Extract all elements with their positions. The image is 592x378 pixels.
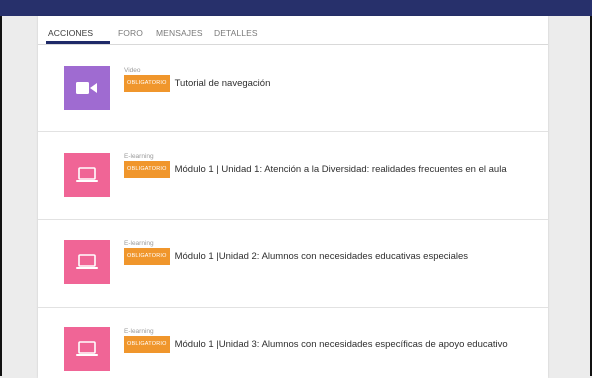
laptop-icon <box>64 240 110 284</box>
item-title[interactable]: Módulo 1 | Unidad 1: Atención a la Diver… <box>175 164 507 175</box>
tab-detalles[interactable]: DETALLES <box>214 28 258 38</box>
top-bar <box>0 0 592 16</box>
list-item[interactable]: Video OBLIGATORIO Tutorial de navegación <box>38 45 548 132</box>
item-title-line[interactable]: OBLIGATORIO Módulo 1 | Unidad 1: Atención… <box>124 161 524 178</box>
laptop-icon <box>64 327 110 371</box>
frame-edge-left <box>0 16 2 376</box>
laptop-icon <box>64 153 110 197</box>
item-type-label: E-learning <box>124 328 154 335</box>
video-camera-icon <box>64 66 110 110</box>
activity-card: ACCIONES FORO MENSAJES DETALLES Video OB… <box>38 16 548 378</box>
item-title[interactable]: Tutorial de navegación <box>175 78 271 89</box>
tab-mensajes[interactable]: MENSAJES <box>156 28 203 38</box>
item-type-label: E-learning <box>124 153 154 160</box>
tab-foro[interactable]: FORO <box>118 28 143 38</box>
tab-acciones[interactable]: ACCIONES <box>48 28 93 38</box>
list-item[interactable]: E-learning OBLIGATORIO Módulo 1 |Unidad 3… <box>38 308 548 378</box>
item-title-line[interactable]: OBLIGATORIO Módulo 1 |Unidad 3: Alumnos c… <box>124 336 524 353</box>
list-item[interactable]: E-learning OBLIGATORIO Módulo 1 |Unidad 2… <box>38 220 548 308</box>
item-type-label: Video <box>124 67 141 74</box>
item-title[interactable]: Módulo 1 |Unidad 2: Alumnos con necesida… <box>175 251 468 262</box>
item-type-label: E-learning <box>124 240 154 247</box>
required-badge: OBLIGATORIO <box>124 248 170 265</box>
item-title-line[interactable]: OBLIGATORIO Tutorial de navegación <box>124 75 524 92</box>
required-badge: OBLIGATORIO <box>124 75 170 92</box>
tab-bar: ACCIONES FORO MENSAJES DETALLES <box>38 16 548 45</box>
list-item[interactable]: E-learning OBLIGATORIO Módulo 1 | Unidad … <box>38 132 548 220</box>
active-tab-indicator <box>46 41 110 44</box>
item-title-line[interactable]: OBLIGATORIO Módulo 1 |Unidad 2: Alumnos c… <box>124 248 524 265</box>
item-title[interactable]: Módulo 1 |Unidad 3: Alumnos con necesida… <box>175 339 508 350</box>
required-badge: OBLIGATORIO <box>124 161 170 178</box>
required-badge: OBLIGATORIO <box>124 336 170 353</box>
